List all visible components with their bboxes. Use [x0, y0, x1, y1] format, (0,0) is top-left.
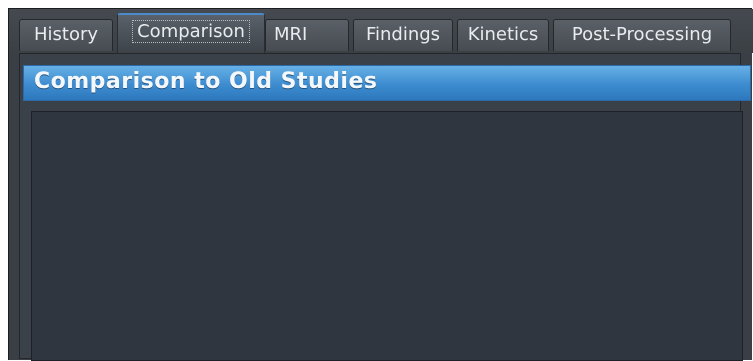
- tab-mri-label: MRI: [274, 24, 308, 45]
- section-title: Comparison to Old Studies: [34, 69, 378, 94]
- tab-findings[interactable]: Findings: [353, 19, 453, 51]
- tab-comparison[interactable]: Comparison: [117, 13, 265, 53]
- tab-post-processing-label: Post-Processing: [571, 24, 713, 45]
- tab-comparison-label: Comparison: [132, 20, 250, 43]
- tab-history[interactable]: History: [19, 19, 113, 51]
- comparison-content-area[interactable]: [31, 111, 743, 361]
- tab-post-processing[interactable]: Post-Processing: [553, 19, 731, 51]
- tab-kinetics-label: Kinetics: [467, 24, 539, 45]
- section-header: Comparison to Old Studies: [23, 65, 751, 101]
- tab-kinetics[interactable]: Kinetics: [457, 19, 549, 51]
- tabbed-window: History Comparison MRI Findings Kinetics…: [8, 8, 753, 361]
- tab-mri[interactable]: MRI: [265, 19, 349, 51]
- tab-history-label: History: [33, 24, 99, 45]
- tab-findings-label: Findings: [365, 24, 441, 45]
- tab-strip: History Comparison MRI Findings Kinetics…: [9, 9, 753, 53]
